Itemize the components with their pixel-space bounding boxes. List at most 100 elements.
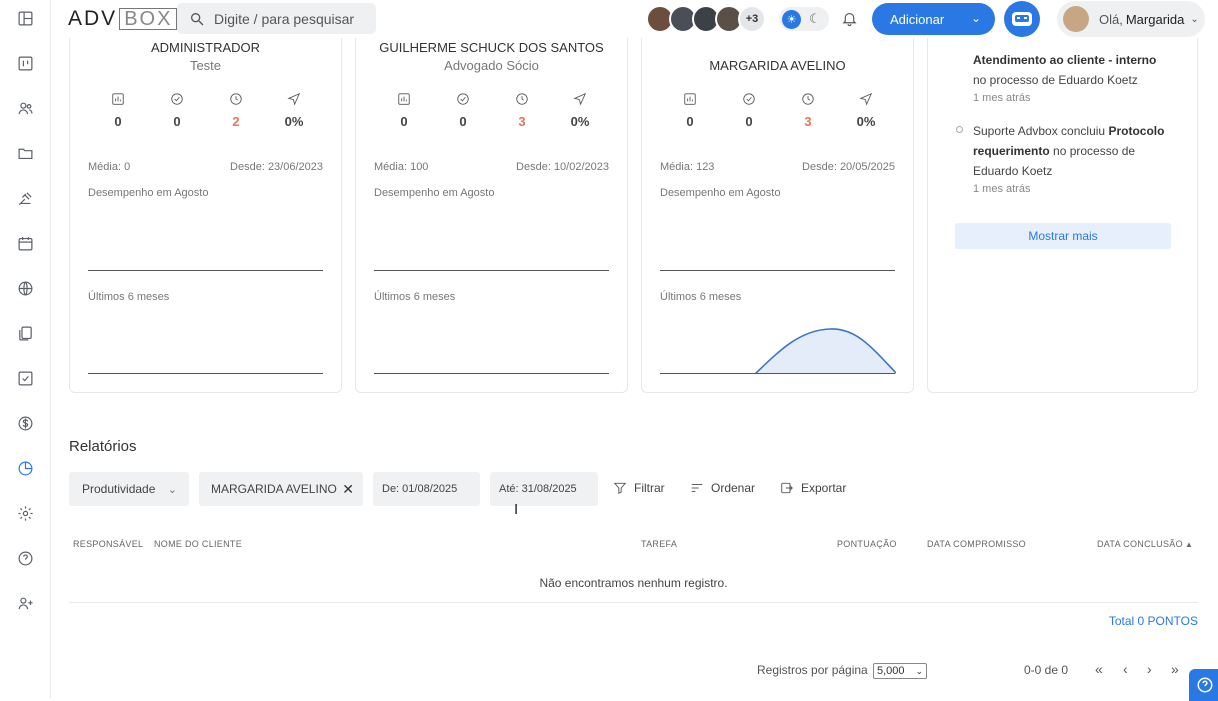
card-media: Média: 123 <box>660 161 715 173</box>
gavel-icon[interactable] <box>14 187 36 209</box>
show-more-button[interactable]: Mostrar mais <box>955 223 1171 249</box>
next-page-icon[interactable]: › <box>1147 661 1152 677</box>
stat-done: 0 <box>157 92 197 129</box>
clock-icon <box>516 93 528 105</box>
advbox-logo[interactable]: ADV BOX <box>68 7 178 30</box>
column-header[interactable]: PONTUAÇÃO <box>837 539 897 549</box>
dashboard-icon[interactable] <box>14 7 36 29</box>
column-header[interactable]: DATA COMPROMISSO <box>927 539 1026 549</box>
order-button[interactable]: Ordenar <box>690 481 755 495</box>
user-name: Margarida <box>1125 11 1185 27</box>
history-axis <box>660 373 895 374</box>
bell-icon[interactable] <box>841 10 858 32</box>
user-card: GUILHERME SCHUCK DOS SANTOS Advogado Sóc… <box>355 30 628 393</box>
stat-pending: 2 <box>216 92 256 129</box>
card-since: Desde: 23/06/2023 <box>230 161 323 173</box>
export-icon <box>781 482 793 494</box>
filter-icon <box>613 482 627 495</box>
person-filter-chip[interactable]: MARGARIDA AVELINO ✕ <box>199 472 363 506</box>
settings-icon[interactable] <box>14 502 36 524</box>
stat-done: 0 <box>729 92 769 129</box>
activity-time: 1 mes atrás <box>973 92 1031 104</box>
kanban-icon[interactable] <box>14 52 36 74</box>
close-icon[interactable]: ✕ <box>342 481 354 498</box>
date-from-field[interactable]: De: 01/08/2025 <box>373 472 480 506</box>
filter-button[interactable]: Filtrar <box>613 481 665 495</box>
date-to-field[interactable]: Até: 31/08/2025 <box>490 472 598 506</box>
sidebar <box>0 0 51 698</box>
card-performance-label: Desempenho em Agosto <box>374 187 495 199</box>
clients-icon[interactable] <box>14 97 36 119</box>
bar-chart-icon <box>112 93 124 105</box>
history-axis <box>374 373 609 374</box>
page-range: 0-0 de 0 <box>1024 663 1069 677</box>
report-type-select[interactable]: Produtividade ⌄ <box>69 472 189 506</box>
first-page-icon[interactable]: « <box>1095 661 1103 677</box>
stat-pending: 3 <box>502 92 542 129</box>
reports-title: Relatórios <box>69 438 137 455</box>
reports-icon[interactable] <box>14 457 36 479</box>
card-user-name: GUILHERME SCHUCK DOS SANTOS <box>379 40 604 55</box>
stat-rate: 0% <box>560 92 600 129</box>
check-circle-icon <box>171 93 183 105</box>
column-header[interactable]: RESPONSÁVEL <box>73 539 143 549</box>
performance-axis <box>660 270 895 271</box>
per-page-select[interactable]: 5,000 ⌄ <box>873 663 927 679</box>
documents-icon[interactable] <box>14 322 36 344</box>
user-card: MARGARIDA AVELINO 0 0 3 0% Média: 123 De… <box>641 30 914 393</box>
calendar-icon[interactable] <box>14 232 36 254</box>
last-page-icon[interactable]: » <box>1171 661 1179 677</box>
help-button[interactable] <box>1189 669 1218 701</box>
folder-icon[interactable] <box>14 142 36 164</box>
clock-icon <box>230 93 242 105</box>
prev-page-icon[interactable]: ‹ <box>1123 661 1128 677</box>
total-points: Total 0 PONTOS <box>1108 614 1198 628</box>
column-header[interactable]: DATA CONCLUSÃO <box>1097 539 1183 549</box>
tasks-icon[interactable] <box>14 367 36 389</box>
add-button[interactable]: Adicionar ⌄ <box>872 3 995 35</box>
activity-item: Suporte Advbox concluiu Protocolo requer… <box>973 124 1165 178</box>
card-since: Desde: 20/05/2025 <box>802 161 895 173</box>
assistant-robot-icon[interactable] <box>1004 1 1040 37</box>
card-media: Média: 0 <box>88 161 131 173</box>
stat-rate: 0% <box>274 92 314 129</box>
user-card: ADMINISTRADOR Teste 0 0 2 0% Média: 0 De… <box>69 30 342 393</box>
send-icon <box>573 92 587 106</box>
sort-asc-icon[interactable]: ▲ <box>1185 540 1193 549</box>
add-button-label: Adicionar <box>890 11 945 27</box>
add-user-icon[interactable] <box>14 592 36 614</box>
stat-tasks: 0 <box>384 92 424 129</box>
finance-icon[interactable] <box>14 412 36 434</box>
card-performance-label: Desempenho em Agosto <box>88 187 209 199</box>
help-circle-icon[interactable] <box>14 547 36 569</box>
card-user-name: ADMINISTRADOR <box>150 40 261 55</box>
chevron-down-icon: ⌄ <box>1190 13 1199 25</box>
text-cursor-icon: I <box>514 501 519 518</box>
card-performance-label: Desempenho em Agosto <box>660 187 781 199</box>
user-menu[interactable]: Olá, Margarida ⌄ <box>1057 1 1205 37</box>
card-since: Desde: 10/02/2023 <box>516 161 609 173</box>
avatars-more-badge[interactable]: +3 <box>738 5 766 33</box>
empty-state-message: Não encontramos nenhum registro. <box>539 576 728 590</box>
card-user-name: MARGARIDA AVELINO <box>709 58 846 73</box>
stat-tasks: 0 <box>98 92 138 129</box>
chevron-down-icon: ⌄ <box>970 11 981 25</box>
team-avatars[interactable]: +3 <box>646 5 766 33</box>
per-page-label: Registros por página <box>757 663 868 677</box>
column-header[interactable]: TAREFA <box>641 539 677 549</box>
search-input[interactable]: Digite / para pesquisar <box>177 3 376 34</box>
bar-chart-icon <box>684 93 696 105</box>
card-user-role: Advogado Sócio <box>444 58 539 73</box>
card-media: Média: 100 <box>374 161 429 173</box>
stat-pending: 3 <box>788 92 828 129</box>
export-button[interactable]: Exportar <box>780 481 846 495</box>
globe-icon[interactable] <box>14 277 36 299</box>
theme-toggle[interactable]: ☀ ☾ <box>779 7 829 31</box>
avatar <box>1063 6 1089 32</box>
search-icon <box>191 12 204 25</box>
moon-icon: ☾ <box>809 11 821 26</box>
check-circle-icon <box>743 93 755 105</box>
column-header[interactable]: NOME DO CLIENTE <box>154 539 242 549</box>
history-area-chart <box>754 328 896 374</box>
send-icon <box>859 92 873 106</box>
